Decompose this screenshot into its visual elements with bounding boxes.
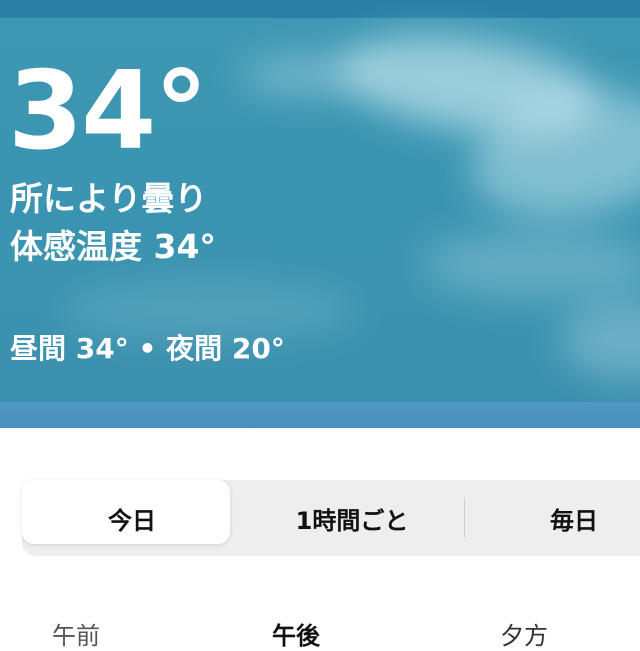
cloud	[420, 230, 640, 300]
period-morning[interactable]: 午前	[52, 616, 100, 651]
forecast-segmented-control: 今日 1時間ごと 毎日	[22, 480, 640, 556]
weather-condition: 所により曇り	[10, 179, 208, 218]
tab-daily[interactable]: 毎日	[468, 480, 640, 556]
period-afternoon[interactable]: 午後	[272, 616, 320, 651]
hero-bottom-bar	[0, 402, 640, 428]
cloud	[240, 55, 380, 95]
cloud	[560, 300, 640, 380]
period-evening[interactable]: 夕方	[500, 616, 548, 651]
day-period-row: 午前 午後 夕方	[0, 606, 640, 650]
segment-divider	[464, 498, 465, 538]
tab-hourly[interactable]: 1時間ごと	[242, 480, 462, 556]
top-bar	[0, 0, 640, 18]
weather-hero: 34° 所により曇り 体感温度 34° 昼間 34° • 夜間 20°	[0, 0, 640, 428]
day-night-temperature: 昼間 34° • 夜間 20°	[10, 332, 285, 365]
tab-today[interactable]: 今日	[28, 480, 236, 556]
feels-like: 体感温度 34°	[10, 227, 216, 266]
current-temperature: 34°	[8, 49, 208, 174]
cloud	[60, 280, 360, 340]
